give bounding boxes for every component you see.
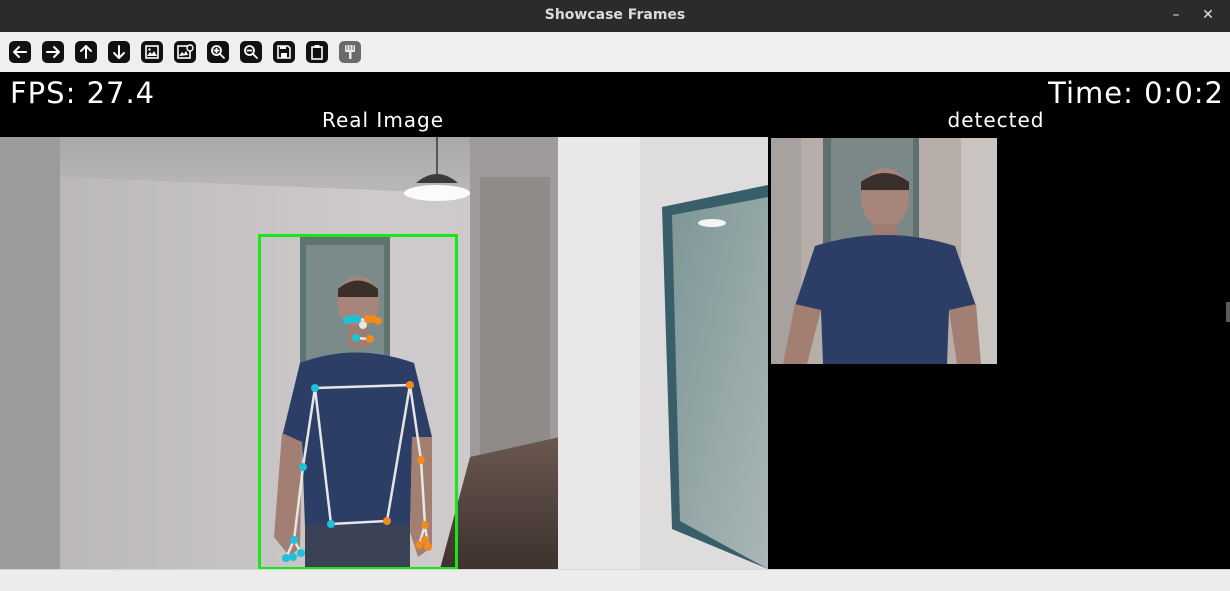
forward-button[interactable] — [40, 39, 66, 65]
time-readout: Time: 0:0:2 — [1048, 76, 1224, 110]
zoom-out-button[interactable] — [238, 39, 264, 65]
toolbar — [0, 32, 1230, 73]
minimize-button[interactable]: – — [1164, 0, 1188, 32]
fps-readout: FPS: 27.4 — [10, 76, 156, 110]
real-image-label: Real Image — [321, 108, 445, 132]
zoom-out-icon — [240, 41, 262, 63]
save-icon — [273, 41, 295, 63]
detected-label: detected — [947, 108, 1045, 132]
back-button[interactable] — [7, 39, 33, 65]
down-button[interactable] — [106, 39, 132, 65]
image-settings-icon — [174, 41, 196, 63]
image-button[interactable] — [139, 39, 165, 65]
window-title: Showcase Frames — [544, 7, 686, 23]
paint-button[interactable] — [337, 39, 363, 65]
arrow-down-icon — [108, 41, 130, 63]
arrow-left-icon — [9, 41, 31, 63]
up-button[interactable] — [73, 39, 99, 65]
clipboard-button[interactable] — [304, 39, 330, 65]
display-canvas: FPS: 27.4 Time: 0:0:2 Real Image detecte… — [0, 72, 1230, 569]
resize-grip[interactable] — [1226, 302, 1230, 322]
detected-crop-image — [771, 138, 997, 364]
clipboard-icon — [306, 41, 328, 63]
image-icon — [141, 41, 163, 63]
zoom-in-icon — [207, 41, 229, 63]
close-button[interactable]: ✕ — [1196, 0, 1220, 32]
arrow-up-icon — [75, 41, 97, 63]
image-settings-button[interactable] — [172, 39, 198, 65]
real-image-frame — [0, 137, 768, 569]
paint-brush-icon — [339, 41, 361, 63]
status-bar — [0, 569, 1230, 591]
zoom-in-button[interactable] — [205, 39, 231, 65]
save-button[interactable] — [271, 39, 297, 65]
title-bar: Showcase Frames – ✕ — [0, 0, 1230, 32]
arrow-right-icon — [42, 41, 64, 63]
